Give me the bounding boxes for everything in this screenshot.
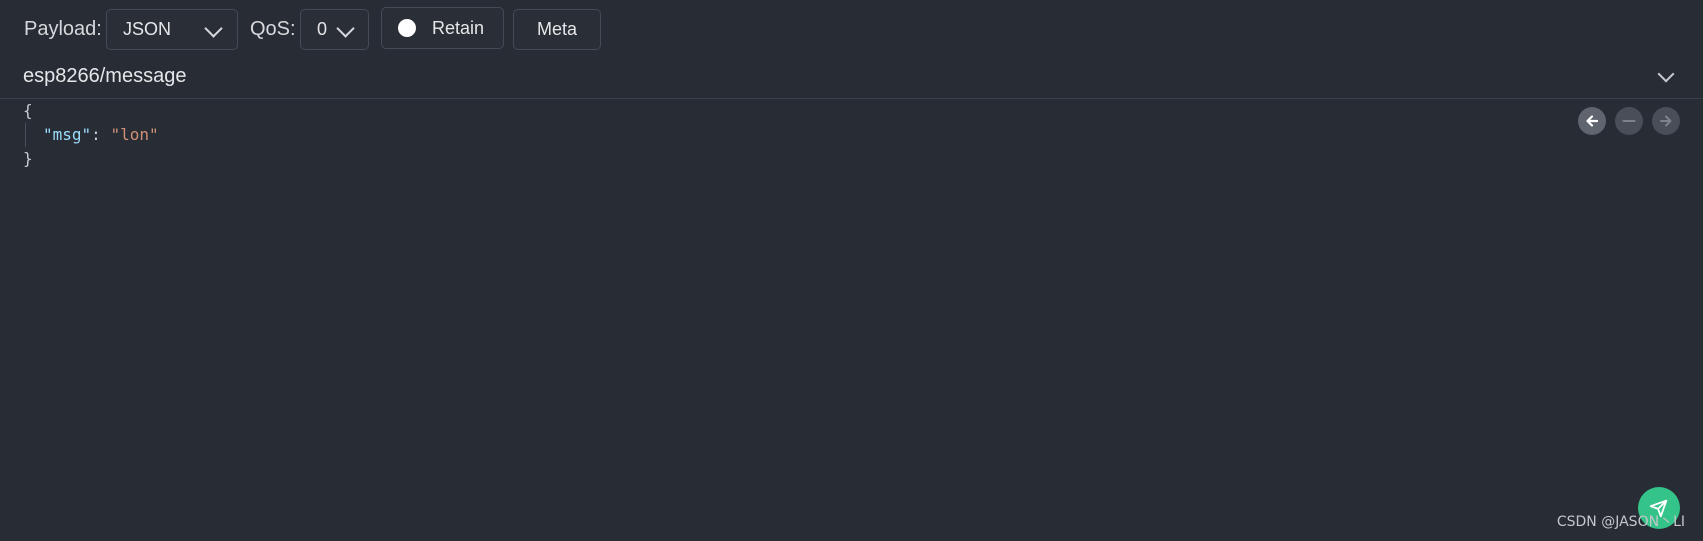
code-line-property: "msg": "lon": [43, 123, 159, 147]
payload-label: Payload:: [24, 18, 102, 40]
qos-value: 0: [317, 19, 328, 39]
indent-guide: [25, 123, 26, 147]
retain-toggle[interactable]: Retain: [381, 7, 504, 49]
history-next-button[interactable]: [1652, 107, 1680, 135]
message-publish-panel: Payload: JSON QoS: 0 Retain Meta esp8266…: [0, 0, 1703, 541]
minus-icon: [1622, 120, 1636, 122]
json-colon: :: [91, 125, 111, 144]
qos-select[interactable]: 0: [300, 9, 369, 50]
watermark: CSDN @JASON丶LI: [1556, 514, 1685, 530]
meta-button[interactable]: Meta: [513, 9, 601, 50]
meta-label: Meta: [536, 19, 578, 39]
code-line-close-brace: }: [23, 149, 33, 168]
publish-toolbar: Payload: JSON QoS: 0 Retain Meta: [0, 0, 1703, 56]
code-line-open-brace: {: [23, 101, 33, 120]
arrow-right-icon: [1660, 115, 1672, 127]
json-key: "msg": [43, 125, 92, 144]
payload-editor[interactable]: { "msg": "lon" }: [0, 99, 1703, 541]
payload-format-value: JSON: [123, 19, 172, 39]
chevron-down-icon: [336, 19, 355, 38]
radio-circle-icon: [398, 19, 416, 37]
qos-label: QoS:: [250, 18, 296, 40]
chevron-down-icon: [204, 19, 223, 38]
payload-format-select[interactable]: JSON: [106, 9, 238, 50]
chevron-down-icon[interactable]: [1657, 65, 1675, 83]
arrow-left-icon: [1586, 115, 1599, 127]
json-string-value: "lon": [110, 125, 159, 144]
history-prev-button[interactable]: [1578, 107, 1606, 135]
history-clear-button[interactable]: [1615, 107, 1643, 135]
retain-label: Retain: [432, 17, 485, 38]
topic-row: esp8266/message: [0, 56, 1703, 99]
topic-input[interactable]: esp8266/message: [23, 64, 186, 88]
